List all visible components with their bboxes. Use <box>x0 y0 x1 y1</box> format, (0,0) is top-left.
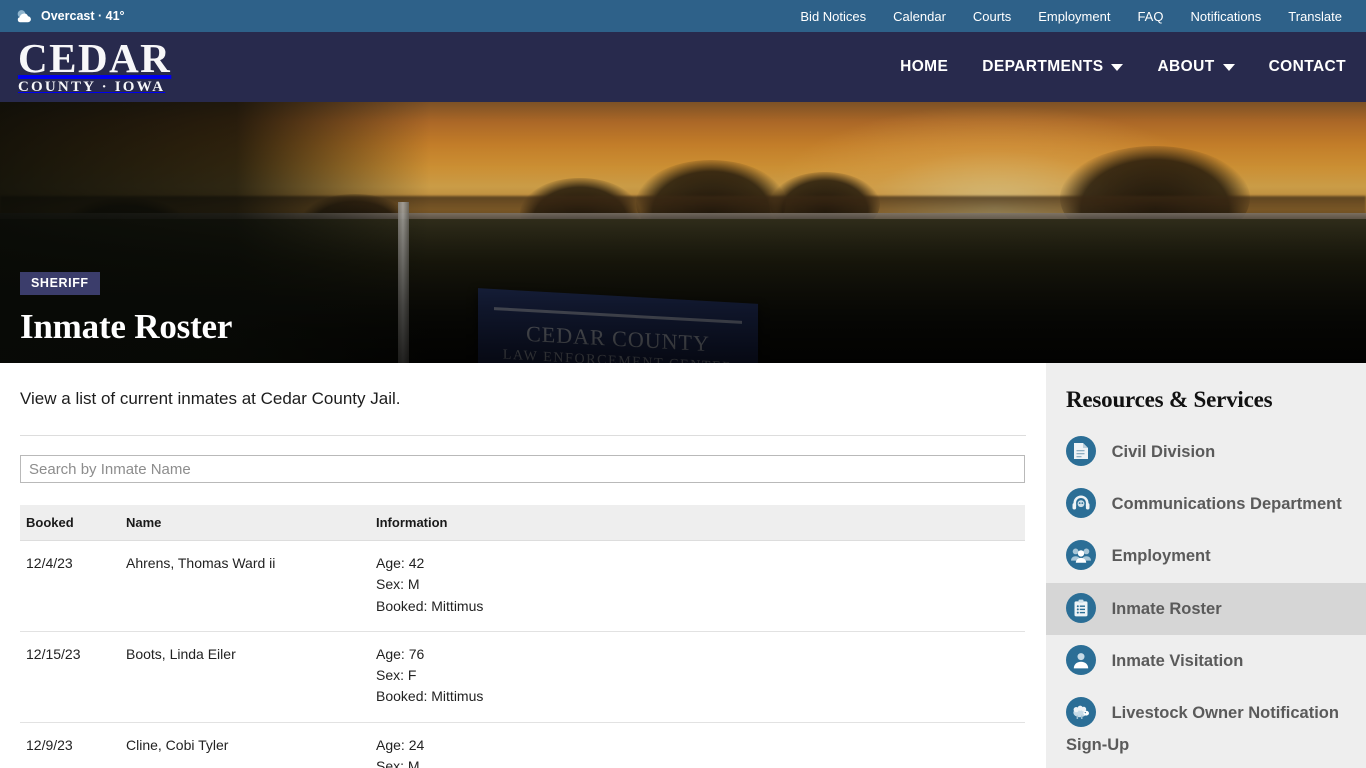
cell-information: Age: 76 Sex: F Booked: Mittimus <box>370 631 1025 723</box>
page-title: Inmate Roster <box>20 307 233 346</box>
column-header-information[interactable]: Information <box>370 505 1025 541</box>
info-sex: Sex: M <box>376 576 420 593</box>
main-content: View a list of current inmates at Cedar … <box>0 363 1046 768</box>
cell-booked-date: 12/4/23 <box>20 540 120 632</box>
chevron-down-icon <box>1222 63 1235 71</box>
sidebar-item-employment[interactable]: Employment <box>1046 530 1366 582</box>
utility-links: Bid Notices Calendar Courts Employment F… <box>800 9 1342 24</box>
table-row: 12/15/23 Boots, Linda Eiler Age: 76 Sex:… <box>20 631 1025 723</box>
headset-icon <box>1066 488 1096 519</box>
sidebar-item-civil-division[interactable]: Civil Division <box>1046 426 1366 478</box>
info-age: Age: 76 <box>376 645 425 662</box>
cell-information: Age: 42 Sex: M Booked: Mittimus <box>370 540 1025 632</box>
weather-text: Overcast · 41° <box>41 9 125 23</box>
info-age: Age: 42 <box>376 555 425 571</box>
inmate-roster-table: Booked Name Information 12/4/23 Ahrens, … <box>20 505 1025 768</box>
sidebar-item-label: Communications Department <box>1111 495 1342 514</box>
intro-text: View a list of current inmates at Cedar … <box>20 389 401 408</box>
nav-label-about: ABOUT <box>1157 58 1215 75</box>
table-row: 12/9/23 Cline, Cobi Tyler Age: 24 Sex: M… <box>20 722 1025 768</box>
person-icon <box>1066 644 1096 675</box>
weather-widget[interactable]: Overcast · 41° <box>14 7 125 25</box>
utility-link-employment[interactable]: Employment <box>1038 9 1110 24</box>
clipboard-icon <box>1066 592 1096 623</box>
sidebar-item-communications-department[interactable]: Communications Department <box>1046 478 1366 530</box>
sidebar-item-inmate-visitation[interactable]: Inmate Visitation <box>1046 635 1366 687</box>
cloud-icon <box>14 7 34 25</box>
utility-link-calendar[interactable]: Calendar <box>893 9 946 24</box>
sidebar-item-label: Livestock Owner Notification Sign-Up <box>1066 703 1339 755</box>
nav-item-home[interactable]: HOME <box>900 58 948 76</box>
chevron-down-icon <box>1111 63 1124 71</box>
utility-link-translate[interactable]: Translate <box>1288 9 1342 24</box>
document-icon <box>1066 436 1096 466</box>
table-row: 12/4/23 Ahrens, Thomas Ward ii Age: 42 S… <box>20 540 1025 632</box>
nav-label-home: HOME <box>900 58 949 75</box>
department-badge: SHERIFF <box>20 272 100 295</box>
info-sex: Sex: M <box>376 757 420 768</box>
sidebar-item-label: Inmate Roster <box>1111 599 1222 618</box>
column-header-name[interactable]: Name <box>120 505 370 541</box>
cell-inmate-name: Ahrens, Thomas Ward ii <box>120 540 370 632</box>
sidebar-title: Resources & Services <box>1066 387 1273 412</box>
sidebar-item-label: Inmate Visitation <box>1111 651 1244 670</box>
cell-booked-date: 12/15/23 <box>20 631 120 723</box>
resources-sidebar: Resources & Services Civil Division Comm… <box>1046 363 1366 768</box>
people-icon <box>1066 540 1096 571</box>
cell-information: Age: 24 Sex: M Booked: Mittimus <box>370 722 1025 768</box>
nav-label-departments: DEPARTMENTS <box>982 58 1104 75</box>
page-body: View a list of current inmates at Cedar … <box>0 363 1366 768</box>
hero-text-block: SHERIFF Inmate Roster <box>20 272 232 347</box>
livestock-icon <box>1066 696 1096 727</box>
table-header-row: Booked Name Information <box>20 505 1025 541</box>
sidebar-item-label: Employment <box>1111 547 1211 566</box>
info-age: Age: 24 <box>376 736 425 753</box>
main-navigation: HOME DEPARTMENTS ABOUT CONTACT <box>900 58 1346 76</box>
utility-link-notifications[interactable]: Notifications <box>1190 9 1261 24</box>
utility-bar: Overcast · 41° Bid Notices Calendar Cour… <box>0 0 1366 32</box>
site-header: CEDAR COUNTY · IOWA HOME DEPARTMENTS ABO… <box>0 32 1366 102</box>
nav-item-about[interactable]: ABOUT <box>1157 58 1235 76</box>
cell-inmate-name: Cline, Cobi Tyler <box>120 722 370 768</box>
utility-link-courts[interactable]: Courts <box>973 9 1011 24</box>
search-input[interactable] <box>20 455 1025 483</box>
sidebar-item-inmate-roster[interactable]: Inmate Roster <box>1046 582 1366 635</box>
sidebar-list: Civil Division Communications Department <box>1046 426 1366 768</box>
site-logo[interactable]: CEDAR COUNTY · IOWA <box>18 34 172 97</box>
info-sex: Sex: F <box>376 667 417 684</box>
utility-link-bid-notices[interactable]: Bid Notices <box>800 9 866 24</box>
logo-secondary-text: COUNTY · IOWA <box>18 78 166 95</box>
hero-banner: CEDAR COUNTY LAW ENFORCEMENT CENTER 711 … <box>0 102 1366 363</box>
info-booked-type: Booked: Mittimus <box>376 688 484 705</box>
logo-primary-text: CEDAR <box>18 34 172 81</box>
nav-item-departments[interactable]: DEPARTMENTS <box>982 58 1124 76</box>
sidebar-item-label: Civil Division <box>1111 443 1216 461</box>
nav-item-contact[interactable]: CONTACT <box>1269 58 1346 76</box>
utility-link-faq[interactable]: FAQ <box>1137 9 1163 24</box>
divider <box>20 435 1026 436</box>
cell-booked-date: 12/9/23 <box>20 722 120 768</box>
info-booked-type: Booked: Mittimus <box>376 597 484 614</box>
column-header-booked[interactable]: Booked <box>20 505 120 541</box>
sidebar-item-livestock-owner-notification-sign-up[interactable]: Livestock Owner Notification Sign-Up <box>1046 687 1366 768</box>
nav-label-contact: CONTACT <box>1268 58 1346 75</box>
cell-inmate-name: Boots, Linda Eiler <box>120 631 370 723</box>
